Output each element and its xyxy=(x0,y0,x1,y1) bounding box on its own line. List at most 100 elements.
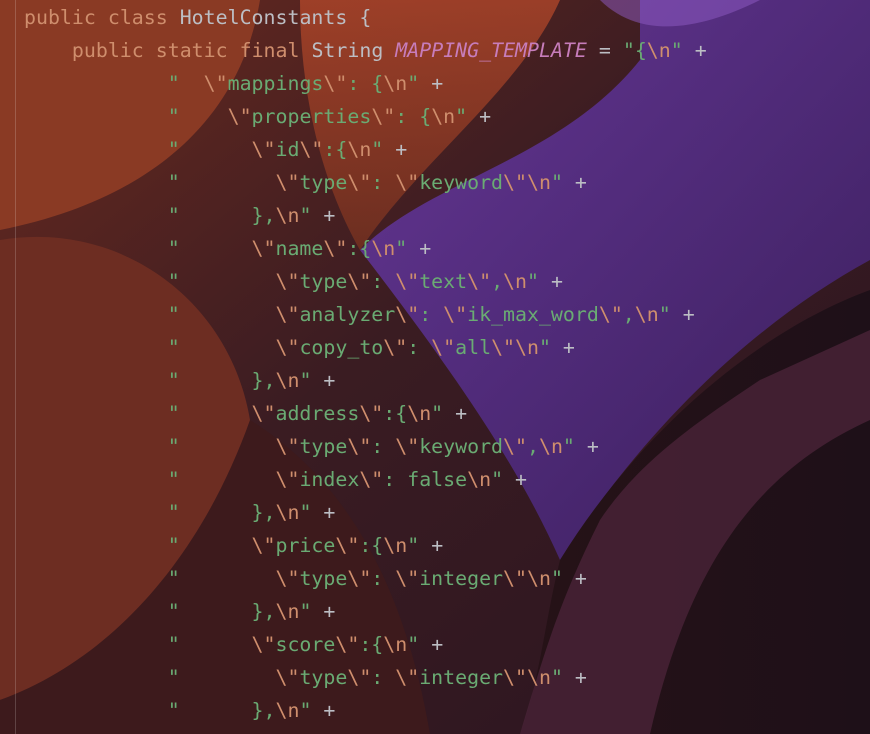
code-line[interactable]: public static final String MAPPING_TEMPL… xyxy=(24,37,707,70)
code-token: + xyxy=(467,105,492,128)
code-token: " xyxy=(167,138,252,161)
code-line[interactable]: public class HotelConstants { xyxy=(24,4,707,37)
code-token: \" xyxy=(347,171,372,194)
code-token: " xyxy=(538,336,551,359)
code-token: + xyxy=(311,501,336,524)
code-token: \" xyxy=(347,270,372,293)
code-token: \" xyxy=(251,237,276,260)
code-line[interactable]: " \"name\":{\n" + xyxy=(24,235,707,268)
code-token: , xyxy=(526,435,539,458)
code-token: : xyxy=(371,270,396,293)
code-token: \" xyxy=(275,303,300,326)
code-token: + xyxy=(562,171,587,194)
indent-guide xyxy=(15,0,16,734)
code-line[interactable]: " \"id\":{\n" + xyxy=(24,136,707,169)
code-token: + xyxy=(443,402,468,425)
code-token: \n xyxy=(275,204,300,227)
code-area[interactable]: public class HotelConstants { public sta… xyxy=(24,4,707,730)
code-token: \" xyxy=(251,138,276,161)
code-line[interactable]: " },\n" + xyxy=(24,598,707,631)
code-token: \" xyxy=(323,237,348,260)
code-token: \" xyxy=(275,171,300,194)
code-token: analyzer xyxy=(299,303,396,326)
code-token: \n xyxy=(371,237,396,260)
code-token: \" xyxy=(503,666,527,689)
code-token: \" xyxy=(299,138,324,161)
code-token: " xyxy=(299,699,312,722)
code-token: = xyxy=(586,39,623,62)
code-token: MAPPING_TEMPLATE xyxy=(395,39,587,62)
code-token: " }, xyxy=(167,699,276,722)
code-token: type xyxy=(299,567,348,590)
code-token: , xyxy=(622,303,635,326)
code-token: : xyxy=(371,666,396,689)
code-token: \" xyxy=(335,633,360,656)
code-token: \n xyxy=(383,633,408,656)
code-token: " xyxy=(167,435,276,458)
code-editor[interactable]: public class HotelConstants { public sta… xyxy=(0,0,870,734)
code-token: " xyxy=(167,72,204,95)
code-token: \" xyxy=(491,336,516,359)
code-token: \" xyxy=(275,435,300,458)
code-line[interactable]: " \"type\": \"keyword\"\n" + xyxy=(24,169,707,202)
code-token: " xyxy=(167,567,276,590)
code-token: " }, xyxy=(167,204,276,227)
code-token: \n xyxy=(383,72,408,95)
code-line[interactable]: " \"copy_to\": \"all\"\n" + xyxy=(24,334,707,367)
code-token: " }, xyxy=(167,369,276,392)
code-line[interactable]: " \"type\": \"integer\"\n" + xyxy=(24,565,707,598)
code-token: " xyxy=(167,270,276,293)
code-line[interactable]: " },\n" + xyxy=(24,697,707,730)
code-line[interactable]: " },\n" + xyxy=(24,367,707,400)
code-token: : xyxy=(371,435,396,458)
code-line[interactable]: " \"index\": false\n" + xyxy=(24,466,707,499)
code-token: class xyxy=(107,6,168,29)
code-token: \n xyxy=(526,666,551,689)
code-token: + xyxy=(419,72,444,95)
code-token: : xyxy=(419,303,444,326)
code-line[interactable]: " \"type\": \"text\",\n" + xyxy=(24,268,707,301)
code-line[interactable]: " \"type\": \"integer\"\n" + xyxy=(24,664,707,697)
code-token: \n xyxy=(526,567,551,590)
code-line[interactable]: " \"type\": \"keyword\",\n" + xyxy=(24,433,707,466)
code-line[interactable]: " \"properties\": {\n" + xyxy=(24,103,707,136)
code-token: " xyxy=(167,105,228,128)
code-token: " xyxy=(670,39,683,62)
code-token: \n xyxy=(275,369,300,392)
code-token: \n xyxy=(275,600,300,623)
code-token: static xyxy=(155,39,228,62)
code-token: + xyxy=(503,468,527,491)
code-token: " xyxy=(407,633,420,656)
code-token: price xyxy=(275,534,336,557)
code-token: " xyxy=(455,105,468,128)
code-line[interactable]: " \"price\":{\n" + xyxy=(24,532,707,565)
code-token: " xyxy=(431,402,444,425)
code-token: public xyxy=(24,6,96,29)
code-line[interactable]: " \"score\":{\n" + xyxy=(24,631,707,664)
code-token: " xyxy=(491,468,504,491)
code-token: \n xyxy=(634,303,659,326)
code-token: type xyxy=(299,171,348,194)
code-line[interactable]: " \"mappings\": {\n" + xyxy=(24,70,707,103)
code-token: " xyxy=(299,501,312,524)
code-line[interactable]: " },\n" + xyxy=(24,499,707,532)
code-token: \n xyxy=(646,39,671,62)
code-token: + xyxy=(550,336,575,359)
code-line[interactable]: " \"address\":{\n" + xyxy=(24,400,707,433)
code-line[interactable]: " \"analyzer\": \"ik_max_word\",\n" + xyxy=(24,301,707,334)
code-token: integer xyxy=(419,666,504,689)
code-token: " xyxy=(550,171,563,194)
code-line[interactable]: " },\n" + xyxy=(24,202,707,235)
code-token: "{ xyxy=(622,39,647,62)
